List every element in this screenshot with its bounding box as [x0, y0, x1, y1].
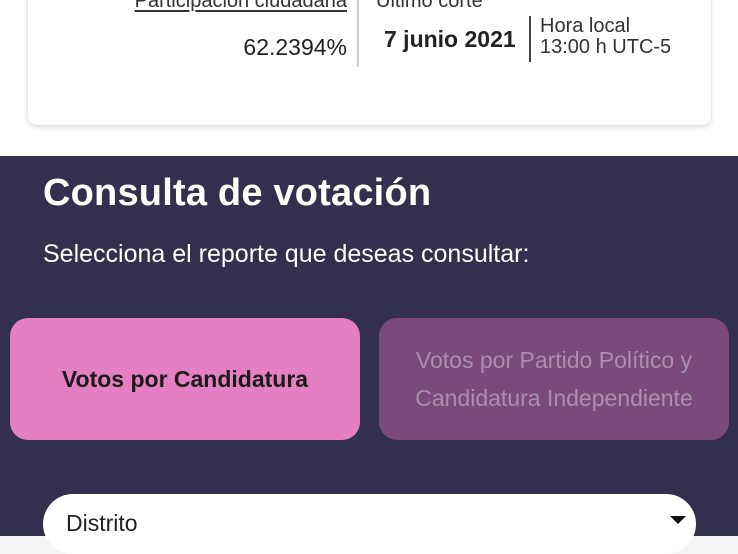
top-area: Participación ciudadana Último corte 62.…: [0, 0, 738, 156]
votos-candidatura-label: Votos por Candidatura: [61, 365, 309, 392]
stats-card: Participación ciudadana Último corte 62.…: [28, 0, 711, 125]
caret-down-icon: [670, 516, 686, 524]
votos-partido-line2: Candidatura Independiente: [415, 385, 693, 411]
votos-partido-label: Votos por Partido Político y Candidatura…: [415, 341, 693, 417]
distrito-select[interactable]: Distrito: [43, 494, 696, 554]
section-subtitle: Selecciona el reporte que deseas consult…: [43, 240, 530, 268]
hora-label: Hora local: [540, 15, 631, 37]
hora-block: Hora local 13:00 h UTC-5: [540, 16, 671, 58]
votos-candidatura-button[interactable]: Votos por Candidatura: [10, 318, 360, 440]
stats-divider: [357, 0, 359, 67]
consulta-section: Consulta de votación Selecciona el repor…: [0, 156, 738, 554]
corte-date: 7 junio 2021: [384, 26, 516, 52]
hora-value: 13:00 h UTC-5: [540, 36, 672, 58]
participacion-value: 62.2394%: [243, 34, 347, 60]
votos-partido-button[interactable]: Votos por Partido Político y Candidatura…: [379, 318, 729, 440]
participacion-link[interactable]: Participación ciudadana: [135, 0, 347, 13]
votos-partido-line1: Votos por Partido Político y: [415, 347, 693, 373]
section-title: Consulta de votación: [43, 172, 432, 214]
time-divider: [529, 16, 531, 62]
ultimo-corte-label: Último corte: [376, 0, 483, 12]
distrito-selected-value: Distrito: [66, 510, 138, 536]
